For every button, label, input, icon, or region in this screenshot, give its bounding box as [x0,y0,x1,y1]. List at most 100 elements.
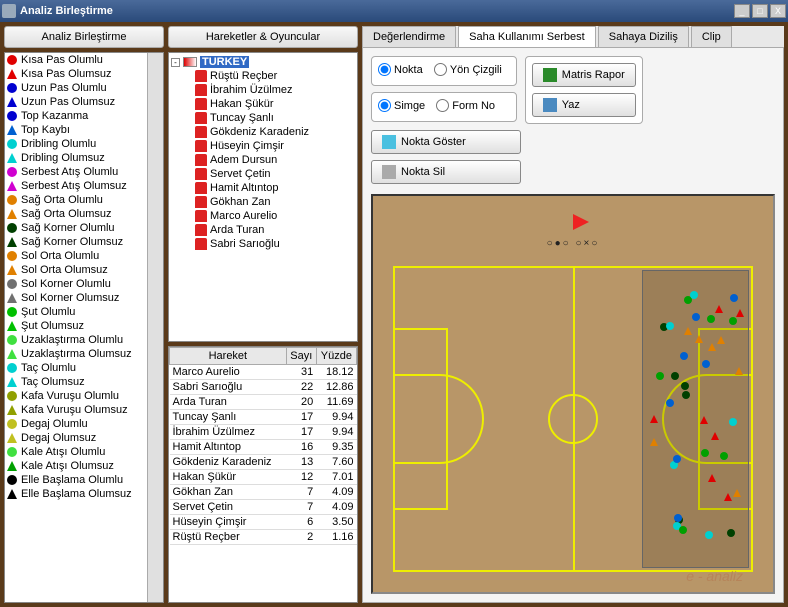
event-item[interactable]: Taç Olumlu [5,361,147,375]
field-point[interactable] [671,372,679,380]
table-row[interactable]: Rüştü Reçber21.16 [170,530,357,545]
tree-player[interactable]: Marco Aurelio [171,209,355,223]
table-row[interactable]: Marco Aurelio3118.12 [170,365,357,380]
table-header[interactable]: Yüzde [316,348,356,365]
tree-player[interactable]: Sabri Sarıoğlu [171,237,355,251]
tree-player[interactable]: İbrahim Üzülmez [171,83,355,97]
event-item[interactable]: Kısa Pas Olumsuz [5,67,147,81]
field-point[interactable] [700,416,708,424]
field-point[interactable] [684,327,692,335]
event-item[interactable]: Şut Olumsuz [5,319,147,333]
event-item[interactable]: Kale Atışı Olumsuz [5,459,147,473]
table-row[interactable]: İbrahim Üzülmez179.94 [170,425,357,440]
scrollbar[interactable] [147,53,163,602]
tree-player[interactable]: Hamit Altıntop [171,181,355,195]
events-list[interactable]: Kısa Pas OlumluKısa Pas OlumsuzUzun Pas … [4,52,164,603]
tree-player[interactable]: Hakan Şükür [171,97,355,111]
field-point[interactable] [650,438,658,446]
event-item[interactable]: Kısa Pas Olumlu [5,53,147,67]
field-point[interactable] [680,352,688,360]
player-tree[interactable]: -TURKEYRüştü Reçberİbrahim ÜzülmezHakan … [168,52,358,342]
table-row[interactable]: Arda Turan2011.69 [170,395,357,410]
field-point[interactable] [679,526,687,534]
event-item[interactable]: Sol Orta Olumsuz [5,263,147,277]
table-row[interactable]: Hamit Altıntop169.35 [170,440,357,455]
minimize-button[interactable]: _ [734,4,750,18]
tree-player[interactable]: Adem Dursun [171,153,355,167]
field-point[interactable] [690,291,698,299]
event-item[interactable]: Serbest Atış Olumlu [5,165,147,179]
table-row[interactable]: Hüseyin Çimşir63.50 [170,515,357,530]
event-item[interactable]: Dribling Olumlu [5,137,147,151]
field-point[interactable] [692,313,700,321]
table-row[interactable]: Gökdeniz Karadeniz137.60 [170,455,357,470]
event-item[interactable]: Şut Olumlu [5,305,147,319]
yaz-button[interactable]: Yaz [532,93,636,117]
event-item[interactable]: Sağ Korner Olumlu [5,221,147,235]
event-item[interactable]: Sağ Orta Olumlu [5,193,147,207]
field-view[interactable]: ○●○ ○×○ e - analiz [371,194,775,594]
nokta-sil-button[interactable]: Nokta Sil [371,160,521,184]
field-point[interactable] [673,455,681,463]
event-item[interactable]: Sol Korner Olumsuz [5,291,147,305]
field-point[interactable] [656,372,664,380]
radio-yon[interactable]: Yön Çizgili [434,63,502,76]
event-item[interactable]: Taç Olumsuz [5,375,147,389]
event-item[interactable]: Uzaklaştırma Olumlu [5,333,147,347]
field-point[interactable] [701,449,709,457]
event-item[interactable]: Dribling Olumsuz [5,151,147,165]
table-row[interactable]: Tuncay Şanlı179.94 [170,410,357,425]
field-point[interactable] [720,452,728,460]
tree-player[interactable]: Arda Turan [171,223,355,237]
field-point[interactable] [681,382,689,390]
field-point[interactable] [702,360,710,368]
event-item[interactable]: Uzun Pas Olumlu [5,81,147,95]
event-item[interactable]: Top Kazanma [5,109,147,123]
close-button[interactable]: X [770,4,786,18]
field-point[interactable] [650,415,658,423]
event-item[interactable]: Degaj Olumlu [5,417,147,431]
tree-player[interactable]: Gökdeniz Karadeniz [171,125,355,139]
event-item[interactable]: Kale Atışı Olumlu [5,445,147,459]
table-header[interactable]: Sayı [286,348,316,365]
maximize-button[interactable]: □ [752,4,768,18]
event-item[interactable]: Uzun Pas Olumsuz [5,95,147,109]
stats-table[interactable]: HareketSayıYüzdeMarco Aurelio3118.12Sabr… [168,346,358,603]
field-point[interactable] [735,367,743,375]
field-point[interactable] [729,418,737,426]
event-item[interactable]: Kafa Vuruşu Olumsuz [5,403,147,417]
event-item[interactable]: Top Kaybı [5,123,147,137]
event-item[interactable]: Sağ Orta Olumsuz [5,207,147,221]
tab-0[interactable]: Değerlendirme [362,26,456,47]
tree-player[interactable]: Servet Çetin [171,167,355,181]
tree-player[interactable]: Tuncay Şanlı [171,111,355,125]
field-point[interactable] [708,474,716,482]
collapse-icon[interactable]: - [171,58,180,67]
event-item[interactable]: Sağ Korner Olumsuz [5,235,147,249]
tree-player[interactable]: Gökhan Zan [171,195,355,209]
tree-player[interactable]: Hüseyin Çimşir [171,139,355,153]
tab-3[interactable]: Clip [691,26,732,47]
table-row[interactable]: Sabri Sarıoğlu2212.86 [170,380,357,395]
tab-2[interactable]: Sahaya Diziliş [598,26,689,47]
tree-player[interactable]: Rüştü Reçber [171,69,355,83]
field-point[interactable] [666,322,674,330]
field-point[interactable] [705,531,713,539]
field-point[interactable] [708,343,716,351]
field-point[interactable] [736,309,744,317]
selection-area[interactable] [642,270,749,568]
matris-rapor-button[interactable]: Matris Rapor [532,63,636,87]
field-point[interactable] [730,294,738,302]
event-item[interactable]: Uzaklaştırma Olumsuz [5,347,147,361]
table-row[interactable]: Servet Çetin74.09 [170,500,357,515]
field-point[interactable] [695,335,703,343]
table-row[interactable]: Hakan Şükür127.01 [170,470,357,485]
field-point[interactable] [724,493,732,501]
event-item[interactable]: Elle Başlama Olumsuz [5,487,147,501]
field-point[interactable] [715,305,723,313]
event-item[interactable]: Kafa Vuruşu Olumlu [5,389,147,403]
field-point[interactable] [727,529,735,537]
tab-1[interactable]: Saha Kullanımı Serbest [458,26,596,47]
radio-nokta[interactable]: Nokta [378,63,423,76]
field-point[interactable] [674,514,682,522]
